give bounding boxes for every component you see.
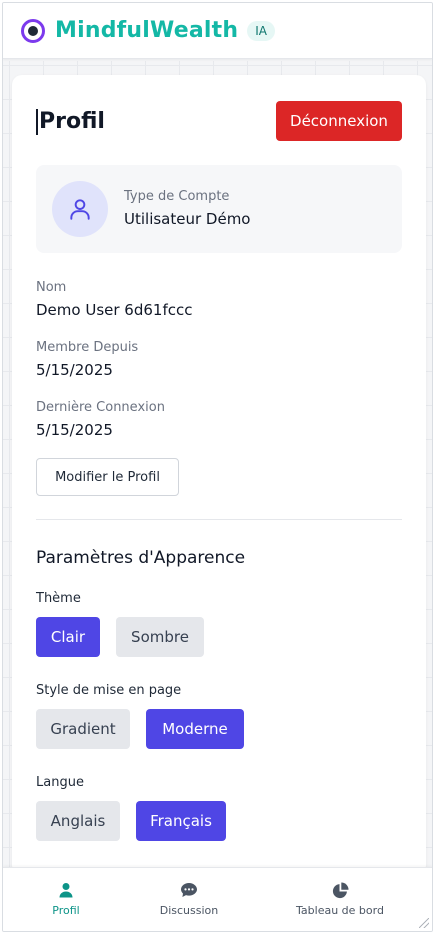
- language-label: Langue: [36, 775, 84, 790]
- user-icon: [59, 883, 73, 898]
- top-bar: MindfulWealth IA: [3, 3, 432, 59]
- layout-gradient-button[interactable]: Gradient: [36, 709, 130, 749]
- edit-profile-button[interactable]: Modifier le Profil: [36, 458, 179, 496]
- ai-badge: IA: [247, 20, 275, 41]
- profile-header: Profil Déconnexion: [36, 101, 402, 143]
- logout-button[interactable]: Déconnexion: [276, 101, 402, 141]
- member-since-label: Membre Depuis: [36, 340, 139, 355]
- member-since-value: 5/15/2025: [36, 361, 113, 379]
- name-label: Nom: [36, 280, 67, 295]
- theme-label: Thème: [36, 591, 81, 606]
- chat-icon: [181, 883, 197, 897]
- pie-chart-icon: [332, 882, 348, 898]
- bottom-nav: Profil Discussion Tableau de bord: [3, 867, 432, 931]
- account-type-box: Type de Compte Utilisateur Démo: [36, 165, 402, 253]
- logo-icon[interactable]: [21, 18, 45, 43]
- language-french-button[interactable]: Français: [136, 801, 226, 841]
- theme-light-button[interactable]: Clair: [36, 617, 100, 657]
- profile-card: Profil Déconnexion Type de Compte Utilis…: [12, 75, 426, 875]
- layout-modern-button[interactable]: Moderne: [146, 709, 244, 749]
- account-type-value: Utilisateur Démo: [124, 210, 251, 228]
- name-value: Demo User 6d61fccc: [36, 301, 193, 319]
- user-icon: [70, 199, 90, 220]
- nav-label-profile: Profil: [52, 904, 80, 917]
- account-type-label: Type de Compte: [124, 189, 230, 204]
- brand-name[interactable]: MindfulWealth: [55, 18, 238, 43]
- nav-label-dashboard: Tableau de bord: [296, 904, 384, 917]
- nav-item-dashboard[interactable]: Tableau de bord: [270, 880, 410, 917]
- avatar: [52, 181, 108, 237]
- nav-item-profile[interactable]: Profil: [3, 880, 136, 917]
- nav-item-discussion[interactable]: Discussion: [119, 880, 259, 917]
- nav-label-discussion: Discussion: [159, 904, 219, 917]
- layout-style-label: Style de mise en page: [36, 683, 182, 698]
- last-login-value: 5/15/2025: [36, 421, 113, 439]
- app-window: MindfulWealth IA Profil Déconnexion Type…: [2, 2, 433, 932]
- divider: [36, 519, 402, 520]
- resize-handle[interactable]: [419, 918, 429, 928]
- theme-dark-button[interactable]: Sombre: [116, 617, 204, 657]
- language-english-button[interactable]: Anglais: [36, 801, 120, 841]
- page-title: Profil: [36, 109, 105, 135]
- appearance-section-title: Paramètres d'Apparence: [36, 548, 246, 568]
- last-login-label: Dernière Connexion: [36, 400, 165, 415]
